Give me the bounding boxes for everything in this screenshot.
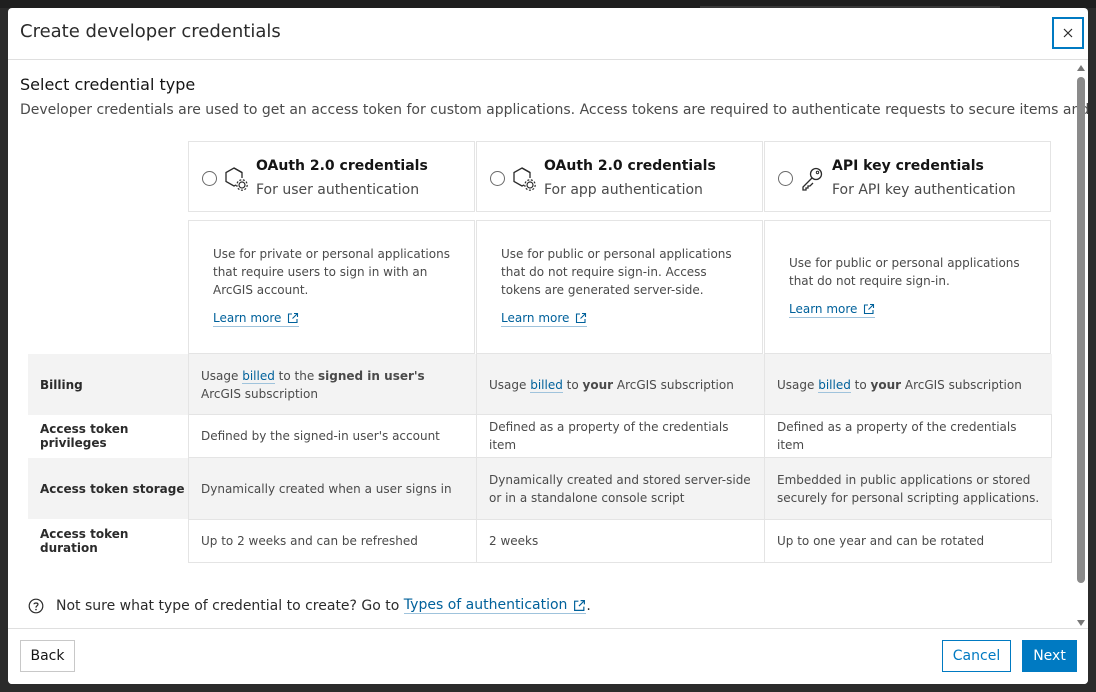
help-text: Not sure what type of credential to crea… — [56, 597, 400, 614]
next-button[interactable]: Next — [1022, 640, 1077, 672]
row-label: Access token storage — [40, 481, 185, 496]
table-cell: Dynamically created when a user signs in — [188, 458, 476, 519]
section-description: Developer credentials are used to get an… — [20, 102, 1088, 118]
text-part: ArcGIS subscription — [901, 377, 1022, 392]
billed-link[interactable]: billed — [242, 368, 275, 384]
hexagon-gear-icon — [513, 167, 536, 191]
credential-option-api-key[interactable]: API key credentials For API key authenti… — [764, 141, 1051, 212]
question-circle-icon — [28, 598, 44, 613]
external-link-icon — [576, 312, 587, 324]
scrollbar-thumb[interactable] — [1077, 77, 1085, 583]
dialog-header: Create developer credentials — [8, 8, 1088, 60]
dialog-footer: Back Cancel Next — [8, 628, 1088, 684]
cancel-button[interactable]: Cancel — [942, 640, 1011, 672]
table-row-billing: Billing Usage billed to the signed in us… — [28, 354, 1052, 415]
table-cell: Usage billed to your ArcGIS subscription — [476, 354, 764, 415]
learn-more-label: Learn more — [789, 302, 858, 316]
card-subtitle: For API key authentication — [832, 182, 1016, 198]
text-bold: your — [582, 377, 614, 392]
radio-oauth-user[interactable] — [202, 171, 217, 186]
table-row-duration: Access token duration Up to 2 weeks and … — [28, 520, 1052, 562]
card-description-box: Use for private or personal applications… — [188, 220, 475, 354]
credential-option-oauth-app[interactable]: OAuth 2.0 credentials For app authentica… — [476, 141, 763, 212]
key-icon — [802, 167, 823, 191]
table-row-storage: Access token storage Dynamically created… — [28, 458, 1052, 519]
dialog-content: Select credential type Developer credent… — [8, 61, 1088, 628]
card-title: API key credentials — [832, 158, 984, 174]
learn-more-label: Learn more — [213, 311, 282, 325]
card-title: OAuth 2.0 credentials — [544, 158, 716, 174]
billing-text: Usage billed to your ArcGIS subscription — [777, 376, 1022, 394]
text-part: ArcGIS subscription — [201, 386, 318, 401]
card-subtitle: For user authentication — [256, 182, 420, 198]
table-cell: Up to one year and can be rotated — [764, 520, 1052, 562]
help-suffix: . — [586, 597, 591, 614]
section-title: Select credential type — [20, 75, 196, 94]
text-part: to — [850, 377, 871, 392]
card-description-box: Use for public or personal applications … — [764, 220, 1051, 354]
card-description-box: Use for public or personal applications … — [476, 220, 763, 354]
close-icon — [1063, 28, 1073, 38]
types-of-authentication-link[interactable]: Types of authentication — [403, 597, 587, 614]
learn-more-link[interactable]: Learn more — [213, 311, 300, 327]
row-label: Access token duration — [40, 527, 129, 555]
table-cell: Dynamically created and stored server-si… — [476, 458, 764, 519]
billing-text: Usage billed to the signed in user's Arc… — [201, 367, 466, 403]
scroll-up-arrow-icon[interactable] — [1077, 65, 1085, 71]
help-line: Not sure what type of credential to crea… — [28, 597, 591, 614]
vertical-scrollbar[interactable] — [1074, 61, 1088, 628]
text-part: to — [562, 377, 583, 392]
learn-more-link[interactable]: Learn more — [789, 302, 876, 318]
text-part: Usage — [201, 368, 243, 383]
text-part: Usage — [777, 377, 819, 392]
table-cell: Up to 2 weeks and can be refreshed — [188, 520, 476, 562]
scroll-down-arrow-icon[interactable] — [1077, 620, 1085, 626]
billed-link[interactable]: billed — [818, 377, 851, 393]
row-label: Billing — [40, 377, 83, 392]
card-description: Use for public or personal applications … — [501, 247, 732, 297]
radio-oauth-app[interactable] — [490, 171, 505, 186]
row-divider — [188, 562, 1052, 563]
card-subtitle: For app authentication — [544, 182, 703, 198]
text-part: to the — [274, 368, 319, 383]
billed-link[interactable]: billed — [530, 377, 563, 393]
dialog-title: Create developer credentials — [20, 21, 281, 42]
row-label: Access token privileges — [40, 422, 129, 450]
table-cell: Defined by the signed-in user's account — [188, 415, 476, 457]
card-description: Use for public or personal applications … — [789, 256, 1020, 288]
external-link-icon — [288, 312, 299, 324]
external-link-icon — [574, 599, 586, 611]
table-cell: Defined as a property of the credentials… — [764, 415, 1052, 457]
table-cell: Usage billed to your ArcGIS subscription — [764, 354, 1052, 415]
text-part: ArcGIS subscription — [613, 377, 734, 392]
link-label: Types of authentication — [403, 597, 568, 613]
credential-option-oauth-user[interactable]: OAuth 2.0 credentials For user authentic… — [188, 141, 475, 212]
text-bold: your — [870, 377, 902, 392]
back-button[interactable]: Back — [20, 640, 75, 672]
card-title: OAuth 2.0 credentials — [256, 158, 428, 174]
billing-text: Usage billed to your ArcGIS subscription — [489, 376, 734, 394]
table-cell: Defined as a property of the credentials… — [476, 415, 764, 457]
hexagon-gear-icon — [225, 167, 248, 191]
text-part: Usage — [489, 377, 531, 392]
external-link-icon — [864, 303, 875, 315]
card-description: Use for private or personal applications… — [213, 247, 450, 297]
text-bold: signed in user's — [318, 368, 425, 383]
learn-more-label: Learn more — [501, 311, 570, 325]
table-cell: Usage billed to the signed in user's Arc… — [188, 354, 476, 415]
table-cell: Embedded in public applications or store… — [764, 458, 1052, 519]
table-cell: 2 weeks — [476, 520, 764, 562]
radio-api-key[interactable] — [778, 171, 793, 186]
table-row-privileges: Access token privileges Defined by the s… — [28, 415, 1052, 457]
create-credentials-dialog: Create developer credentials Select cred… — [8, 8, 1088, 684]
learn-more-link[interactable]: Learn more — [501, 311, 588, 327]
close-button[interactable] — [1052, 17, 1084, 49]
